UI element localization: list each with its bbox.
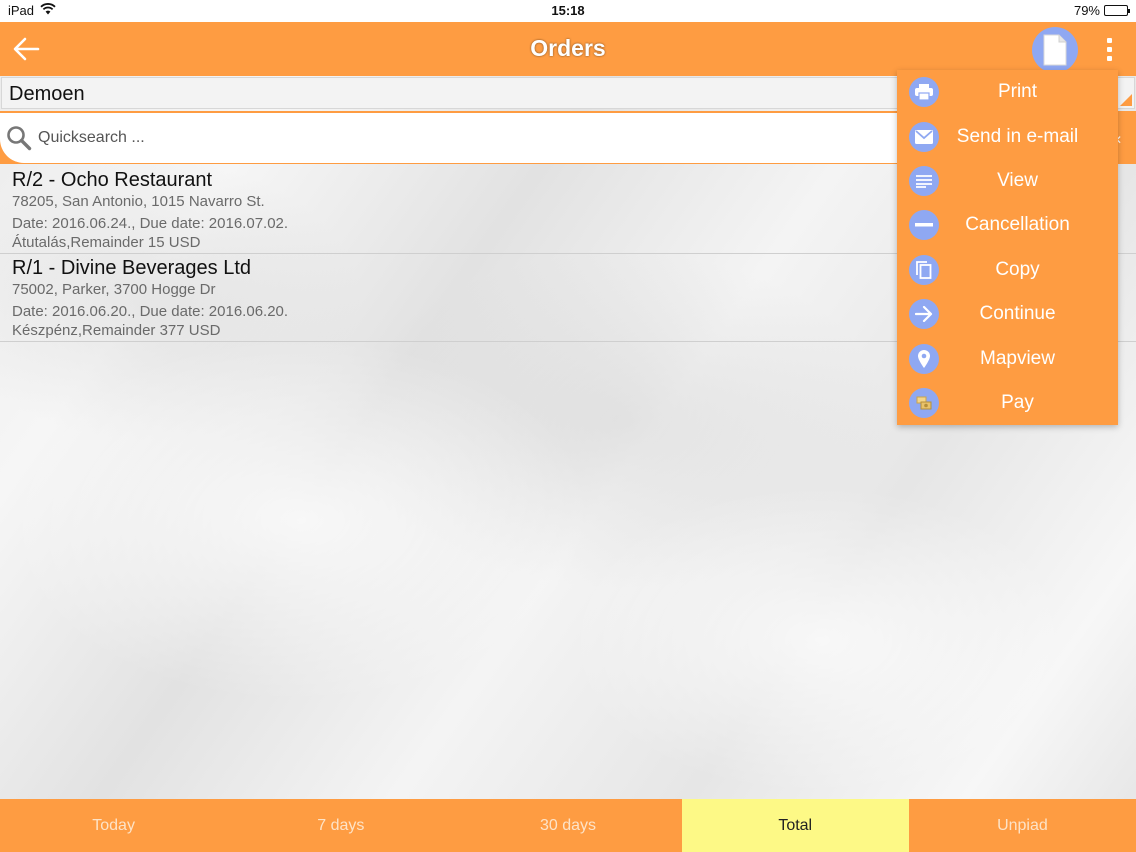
more-dot [1106,55,1112,61]
document-icon [1043,34,1067,66]
action-menu: Print Send in e-mail View Cancellation C… [897,70,1118,425]
battery-percent: 79% [1073,3,1100,18]
search-box [0,113,940,163]
page-title: Orders [530,35,606,61]
printer-icon [909,77,939,108]
more-options-button[interactable] [1098,34,1120,64]
search-icon [7,126,32,151]
cash-icon [909,387,939,418]
menu-item-continue[interactable]: Continue [897,292,1118,336]
list-icon [909,165,939,196]
tab-today[interactable]: Today [0,799,227,852]
select-corner-icon [1120,94,1132,106]
menu-item-copy[interactable]: Copy [897,248,1118,292]
tab-30-days[interactable]: 30 days [454,799,681,852]
map-pin-icon [909,343,939,374]
battery-icon [1104,5,1130,16]
menu-item-cancellation[interactable]: Cancellation [897,203,1118,247]
status-time: 15:18 [551,3,585,18]
menu-item-mapview[interactable]: Mapview [897,336,1118,380]
menu-item-view[interactable]: View [897,159,1118,203]
mail-icon [909,121,939,152]
app-header: Orders [0,22,1136,76]
arrow-right-icon [909,299,939,330]
search-input[interactable] [38,129,898,147]
status-bar: iPad 15:18 79% [0,0,1136,22]
menu-item-send-email[interactable]: Send in e-mail [897,114,1118,158]
tab-bar: Today 7 days 30 days Total Unpiad [0,799,1136,852]
tab-7-days[interactable]: 7 days [227,799,454,852]
status-right: 79% [1073,3,1130,18]
menu-item-pay[interactable]: Pay [897,381,1118,425]
menu-item-print[interactable]: Print [897,70,1118,114]
more-dot [1106,46,1112,52]
company-select-value: Demoen [9,83,85,105]
tab-unpaid[interactable]: Unpiad [909,799,1136,852]
document-menu-button[interactable] [1032,27,1078,73]
more-dot [1106,37,1112,43]
tab-total[interactable]: Total [681,799,909,852]
copy-icon [909,254,939,285]
